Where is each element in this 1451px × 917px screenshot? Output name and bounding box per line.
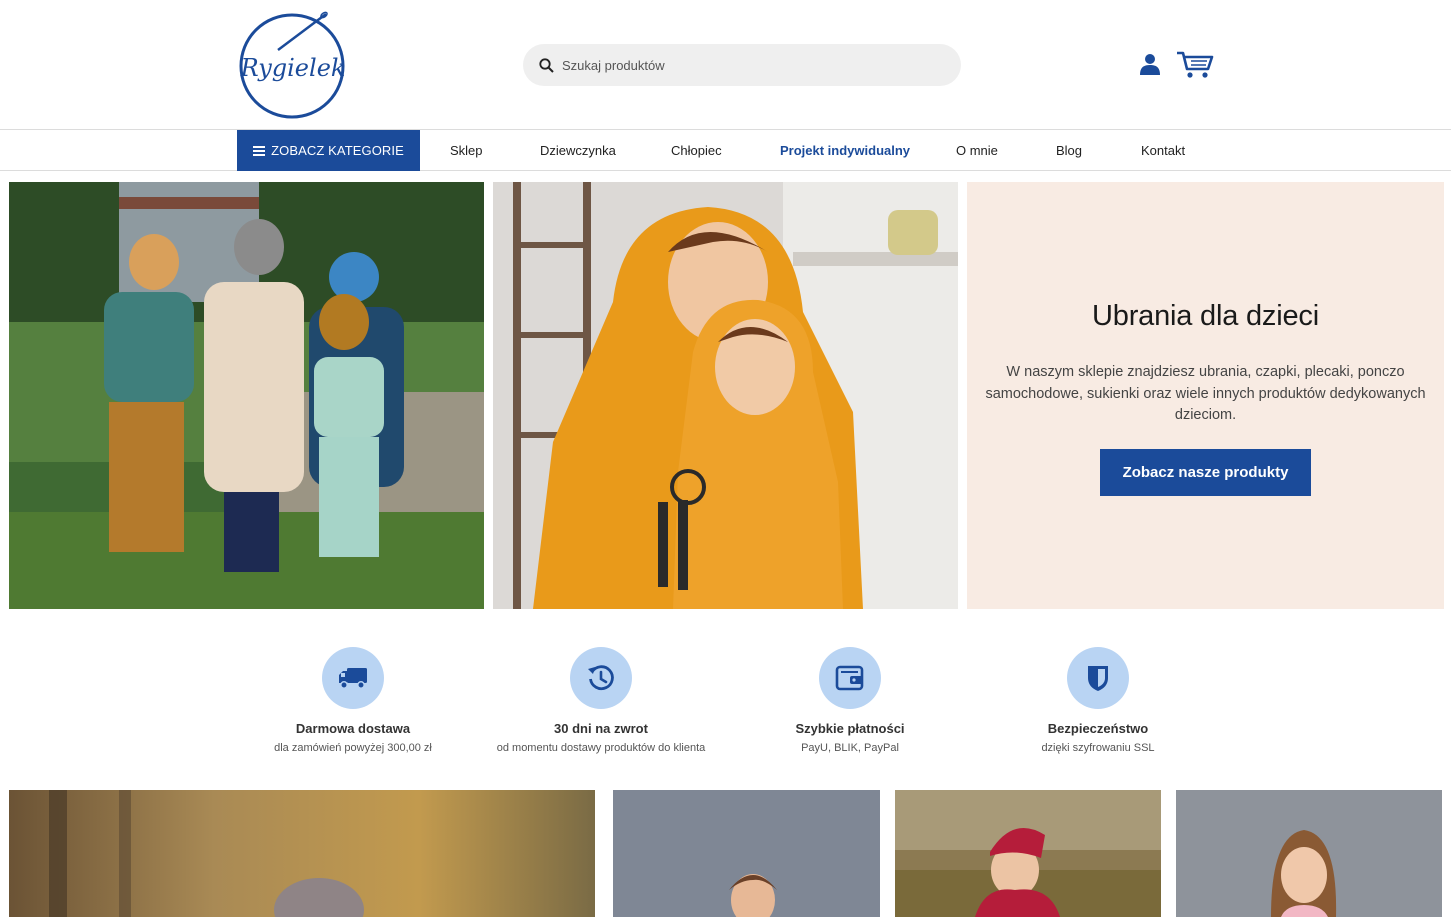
shield-icon (1088, 666, 1108, 691)
cart-icon[interactable] (1176, 50, 1214, 80)
rygielek-logo[interactable]: Rygielek (238, 10, 348, 120)
feature-returns: 30 dni na zwrot od momentu dostawy produ… (493, 647, 709, 754)
history-icon (588, 665, 614, 691)
feature-subtitle: dla zamówień powyżej 300,00 zł (274, 742, 432, 754)
feature-title: Bezpieczeństwo (1047, 721, 1149, 736)
feature-fast-payments: Szybkie płatności PayU, BLIK, PayPal (790, 647, 910, 754)
search-bar[interactable] (523, 44, 961, 86)
truck-icon (339, 668, 367, 689)
svg-text:Rygielek: Rygielek (240, 54, 346, 82)
hero-photo-kids-outdoor[interactable] (9, 182, 484, 609)
feature-subtitle: od momentu dostawy produktów do klienta (496, 742, 706, 754)
see-products-button[interactable]: Zobacz nasze produkty (1100, 449, 1311, 496)
feature-circle (819, 647, 881, 709)
feature-title: Szybkie płatności (795, 721, 905, 736)
feature-title: 30 dni na zwrot (554, 721, 648, 736)
product-photo-autumn-forest[interactable] (9, 790, 595, 917)
nav-link-kontakt[interactable]: Kontakt (1141, 130, 1185, 171)
nav-link-o-mnie[interactable]: O mnie (956, 130, 998, 171)
wallet-icon (835, 665, 864, 691)
nav-link-dziewczynka[interactable]: Dziewczynka (540, 130, 616, 171)
product-photo-child-gray[interactable] (613, 790, 880, 917)
feature-free-delivery: Darmowa dostawa dla zamówień powyżej 300… (273, 647, 433, 754)
categories-button[interactable]: ZOBACZ KATEGORIE (237, 130, 420, 171)
site-header: Rygielek (0, 0, 1451, 130)
search-icon (539, 57, 554, 73)
hero-description: W naszym sklepie znajdziesz ubrania, cza… (985, 364, 1426, 423)
feature-subtitle: PayU, BLIK, PayPal (801, 742, 899, 754)
search-input[interactable] (562, 57, 942, 73)
product-photo-child-red-hat[interactable] (895, 790, 1161, 917)
feature-circle (570, 647, 632, 709)
menu-icon (253, 144, 266, 158)
categories-label: ZOBACZ KATEGORIE (271, 143, 404, 158)
nav-link-projekt-indywidualny[interactable]: Projekt indywidualny (780, 130, 910, 171)
nav-link-sklep[interactable]: Sklep (450, 130, 483, 171)
hero-text-panel: Ubrania dla dzieci W naszym sklepie znaj… (967, 182, 1444, 609)
feature-circle (1067, 647, 1129, 709)
feature-subtitle: dzięki szyfrowaniu SSL (1041, 742, 1155, 754)
feature-title: Darmowa dostawa (295, 721, 411, 736)
feature-circle (322, 647, 384, 709)
nav-link-blog[interactable]: Blog (1056, 130, 1082, 171)
feature-security: Bezpieczeństwo dzięki szyfrowaniu SSL (1038, 647, 1158, 754)
user-icon[interactable] (1138, 52, 1162, 76)
main-nav: ZOBACZ KATEGORIE Sklep Dziewczynka Chłop… (0, 129, 1451, 171)
product-photo-girl-gray[interactable] (1176, 790, 1442, 917)
hero-title: Ubrania dla dzieci (1092, 300, 1319, 332)
hero-photo-yellow-hoodies[interactable] (493, 182, 958, 609)
nav-link-chlopiec[interactable]: Chłopiec (671, 130, 722, 171)
